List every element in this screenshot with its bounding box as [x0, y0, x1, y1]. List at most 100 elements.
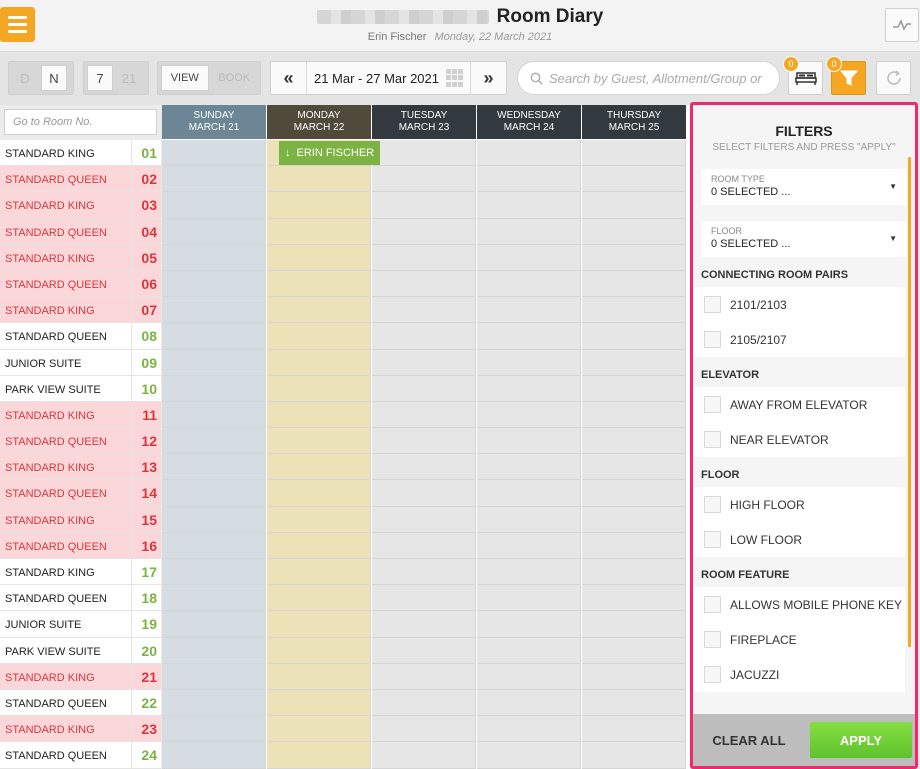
- diary-cell[interactable]: [372, 559, 476, 586]
- diary-cell[interactable]: [372, 270, 476, 298]
- diary-cell[interactable]: [582, 140, 686, 167]
- diary-cell[interactable]: [162, 323, 266, 350]
- filter-checkbox[interactable]: [704, 396, 721, 413]
- diary-cell[interactable]: [477, 585, 581, 612]
- diary-cell[interactable]: [162, 689, 266, 717]
- room-row[interactable]: STANDARD QUEEN 06: [0, 270, 161, 298]
- calendar-grid-icon[interactable]: [446, 69, 464, 87]
- diary-cell[interactable]: [162, 349, 266, 376]
- diary-cell[interactable]: [267, 192, 371, 219]
- diary-cell[interactable]: [582, 166, 686, 193]
- diary-cell[interactable]: [582, 349, 686, 376]
- diary-cell[interactable]: [162, 532, 266, 559]
- filter-checkbox[interactable]: [704, 496, 721, 513]
- diary-cell[interactable]: [372, 218, 476, 245]
- filter-option[interactable]: 2101/2103: [693, 287, 905, 322]
- diary-cell[interactable]: [267, 663, 371, 690]
- room-row[interactable]: STANDARD QUEEN 16: [0, 532, 161, 559]
- filter-option[interactable]: HIGH FLOOR: [693, 487, 905, 522]
- diary-cell[interactable]: [162, 401, 266, 429]
- diary-cell[interactable]: [582, 270, 686, 298]
- diary-cell[interactable]: [162, 506, 266, 533]
- diary-cell[interactable]: [372, 611, 476, 638]
- diary-cell[interactable]: [582, 637, 686, 664]
- diary-cell[interactable]: [372, 244, 476, 271]
- diary-cell[interactable]: [372, 716, 476, 743]
- filter-option[interactable]: 2105/2107: [693, 322, 905, 357]
- room-row[interactable]: PARK VIEW SUITE 20: [0, 637, 161, 664]
- floor-dropdown[interactable]: FLOOR 0 SELECTED ... ▼: [701, 221, 907, 257]
- diary-cell[interactable]: [162, 480, 266, 507]
- room-row[interactable]: STANDARD QUEEN 02: [0, 166, 161, 193]
- room-row[interactable]: STANDARD QUEEN 04: [0, 218, 161, 245]
- diary-cell[interactable]: [267, 166, 371, 193]
- filter-checkbox[interactable]: [704, 296, 721, 313]
- diary-cell[interactable]: [477, 192, 581, 219]
- diary-cell[interactable]: [582, 401, 686, 429]
- diary-cell[interactable]: [267, 506, 371, 533]
- diary-cell[interactable]: [267, 270, 371, 298]
- room-type-dropdown[interactable]: ROOM TYPE 0 SELECTED ... ▼: [701, 169, 907, 205]
- diary-cell[interactable]: [162, 297, 266, 324]
- diary-cell[interactable]: [162, 218, 266, 245]
- room-row[interactable]: STANDARD QUEEN 14: [0, 480, 161, 507]
- filter-checkbox[interactable]: [704, 531, 721, 548]
- diary-cell[interactable]: [162, 166, 266, 193]
- toggle-7-days[interactable]: 7: [87, 65, 113, 91]
- diary-cell[interactable]: [372, 637, 476, 664]
- diary-cell[interactable]: [582, 192, 686, 219]
- diary-cell[interactable]: [582, 585, 686, 612]
- room-row[interactable]: STANDARD KING 17: [0, 559, 161, 586]
- room-row[interactable]: STANDARD KING 23: [0, 716, 161, 743]
- diary-cell[interactable]: [582, 532, 686, 559]
- diary-cell[interactable]: [477, 375, 581, 402]
- diary-cell[interactable]: [162, 375, 266, 402]
- toggle-n[interactable]: N: [41, 65, 67, 91]
- diary-cell[interactable]: [162, 663, 266, 690]
- clear-all-button[interactable]: CLEAR ALL: [693, 733, 805, 748]
- diary-cell[interactable]: [582, 689, 686, 717]
- room-row[interactable]: STANDARD KING 13: [0, 454, 161, 481]
- diary-cell[interactable]: [162, 716, 266, 743]
- diary-cell[interactable]: [267, 244, 371, 271]
- diary-cell[interactable]: [372, 506, 476, 533]
- diary-cell[interactable]: [267, 297, 371, 324]
- diary-cell[interactable]: [162, 585, 266, 612]
- diary-cell[interactable]: [372, 323, 476, 350]
- filter-option[interactable]: ALLOWS MOBILE PHONE KEY: [693, 587, 905, 622]
- refresh-button[interactable]: [876, 61, 911, 95]
- room-row[interactable]: STANDARD KING 21: [0, 663, 161, 690]
- diary-cell[interactable]: [477, 454, 581, 481]
- diary-cell[interactable]: [372, 428, 476, 455]
- diary-cell[interactable]: [477, 559, 581, 586]
- diary-cell[interactable]: [372, 742, 476, 769]
- toggle-d[interactable]: D: [12, 65, 38, 91]
- diary-cell[interactable]: [582, 454, 686, 481]
- filter-checkbox[interactable]: [704, 431, 721, 448]
- go-to-room-input[interactable]: Go to Room No.: [4, 109, 157, 135]
- room-row[interactable]: STANDARD KING 05: [0, 244, 161, 271]
- diary-cell[interactable]: [267, 454, 371, 481]
- diary-cell[interactable]: [162, 454, 266, 481]
- room-row[interactable]: JUNIOR SUITE 09: [0, 349, 161, 376]
- diary-cell[interactable]: [477, 323, 581, 350]
- diary-cell[interactable]: [582, 218, 686, 245]
- room-row[interactable]: STANDARD QUEEN 08: [0, 323, 161, 350]
- diary-cell[interactable]: [477, 506, 581, 533]
- rooms-button[interactable]: 0: [783, 56, 823, 95]
- filter-option[interactable]: NEAR ELEVATOR: [693, 422, 905, 457]
- diary-cell[interactable]: [582, 375, 686, 402]
- filter-checkbox[interactable]: [704, 631, 721, 648]
- diary-cell[interactable]: [372, 454, 476, 481]
- diary-cell[interactable]: [162, 428, 266, 455]
- diary-cell[interactable]: [477, 637, 581, 664]
- diary-cell[interactable]: [477, 166, 581, 193]
- diary-cell[interactable]: [267, 349, 371, 376]
- diary-cell[interactable]: [477, 218, 581, 245]
- diary-cell[interactable]: [267, 585, 371, 612]
- room-row[interactable]: STANDARD KING 15: [0, 506, 161, 533]
- diary-cell[interactable]: [582, 297, 686, 324]
- diary-cell[interactable]: [267, 716, 371, 743]
- diary-cell[interactable]: [372, 375, 476, 402]
- diary-cell[interactable]: [477, 270, 581, 298]
